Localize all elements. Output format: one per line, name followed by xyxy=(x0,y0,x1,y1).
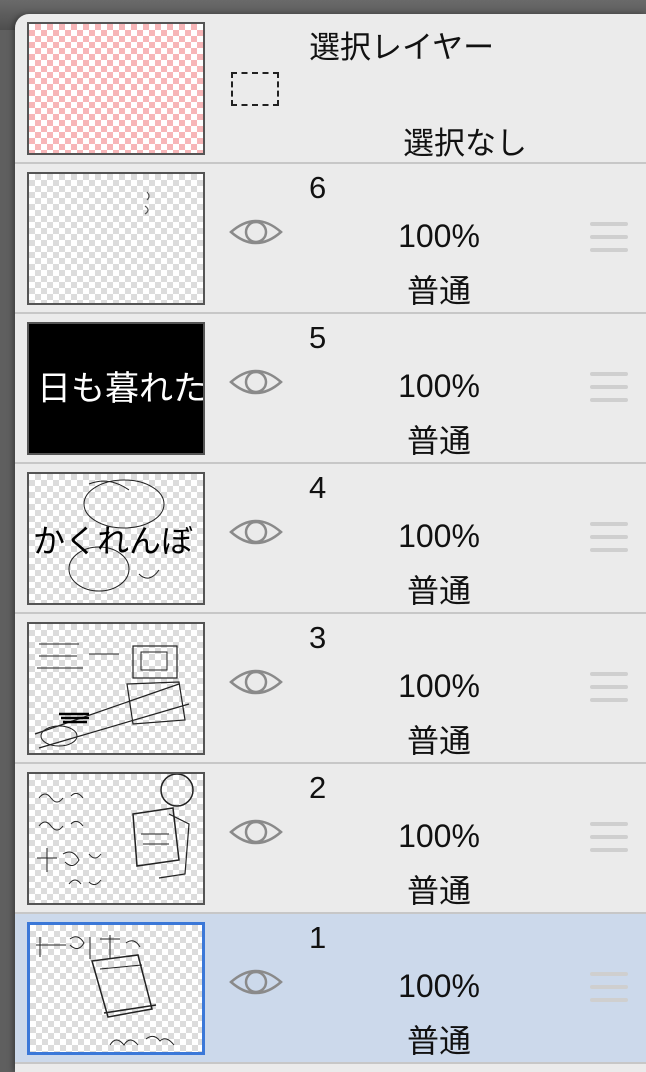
layer-thumbnail: かくれんぼ xyxy=(27,472,205,605)
drag-handle-icon[interactable] xyxy=(590,822,628,854)
eye-icon[interactable] xyxy=(229,214,283,250)
layer-blend-mode: 普通 xyxy=(406,722,471,760)
layer-name: 1 xyxy=(309,920,327,955)
layer-opacity: 100% xyxy=(398,668,480,704)
selection-layer-row[interactable]: 選択レイヤー 選択なし xyxy=(15,14,646,164)
drag-handle-icon[interactable] xyxy=(590,972,628,1004)
selection-status: 選択なし xyxy=(403,126,527,162)
layer-blend-mode: 普通 xyxy=(406,1022,471,1060)
drag-handle-icon[interactable] xyxy=(590,672,628,704)
layer-thumbnail xyxy=(27,772,205,905)
selection-layer-title: 選択レイヤー xyxy=(309,30,495,66)
selection-layer-thumbnail xyxy=(27,22,205,155)
layer-row-2[interactable]: 2 100% 普通 xyxy=(15,764,646,914)
layer-name: 6 xyxy=(309,170,327,205)
eye-icon[interactable] xyxy=(229,514,283,550)
layers-panel: 選択レイヤー 選択なし 6 100% 普通 日も暮れた 5 100% 普通 かく… xyxy=(15,14,646,1072)
drag-handle-icon[interactable] xyxy=(590,222,628,254)
layer-thumbnail xyxy=(27,172,205,305)
layer-opacity: 100% xyxy=(398,518,480,554)
layer-row-1[interactable]: 1 100% 普通 xyxy=(15,914,646,1064)
eye-icon[interactable] xyxy=(229,814,283,850)
layer-row-5[interactable]: 日も暮れた 5 100% 普通 xyxy=(15,314,646,464)
drag-handle-icon[interactable] xyxy=(590,372,628,404)
layer-opacity: 100% xyxy=(398,368,480,404)
layer-opacity: 100% xyxy=(398,968,480,1004)
layer-blend-mode: 普通 xyxy=(406,272,471,310)
eye-icon[interactable] xyxy=(229,664,283,700)
eye-icon[interactable] xyxy=(229,364,283,400)
layer-name: 4 xyxy=(309,470,327,505)
eye-icon[interactable] xyxy=(229,964,283,1000)
layer-thumbnail xyxy=(27,622,205,755)
layer-row-6[interactable]: 6 100% 普通 xyxy=(15,164,646,314)
layer-blend-mode: 普通 xyxy=(406,572,471,610)
layer-opacity: 100% xyxy=(398,218,480,254)
layer-blend-mode: 普通 xyxy=(406,872,471,910)
layer-thumbnail: 日も暮れた xyxy=(27,322,205,455)
selection-marquee-icon xyxy=(231,72,279,106)
layer-name: 5 xyxy=(309,320,327,355)
layer-row-4[interactable]: かくれんぼ 4 100% 普通 xyxy=(15,464,646,614)
thumbnail-text: 日も暮れた xyxy=(37,369,203,409)
layer-row-3[interactable]: 3 100% 普通 xyxy=(15,614,646,764)
layer-blend-mode: 普通 xyxy=(406,422,471,460)
thumbnail-text: かくれんぼ xyxy=(33,522,193,560)
layer-name: 2 xyxy=(309,770,327,805)
layer-opacity: 100% xyxy=(398,818,480,854)
layer-thumbnail xyxy=(27,922,205,1055)
layer-name: 3 xyxy=(309,620,327,655)
drag-handle-icon[interactable] xyxy=(590,522,628,554)
